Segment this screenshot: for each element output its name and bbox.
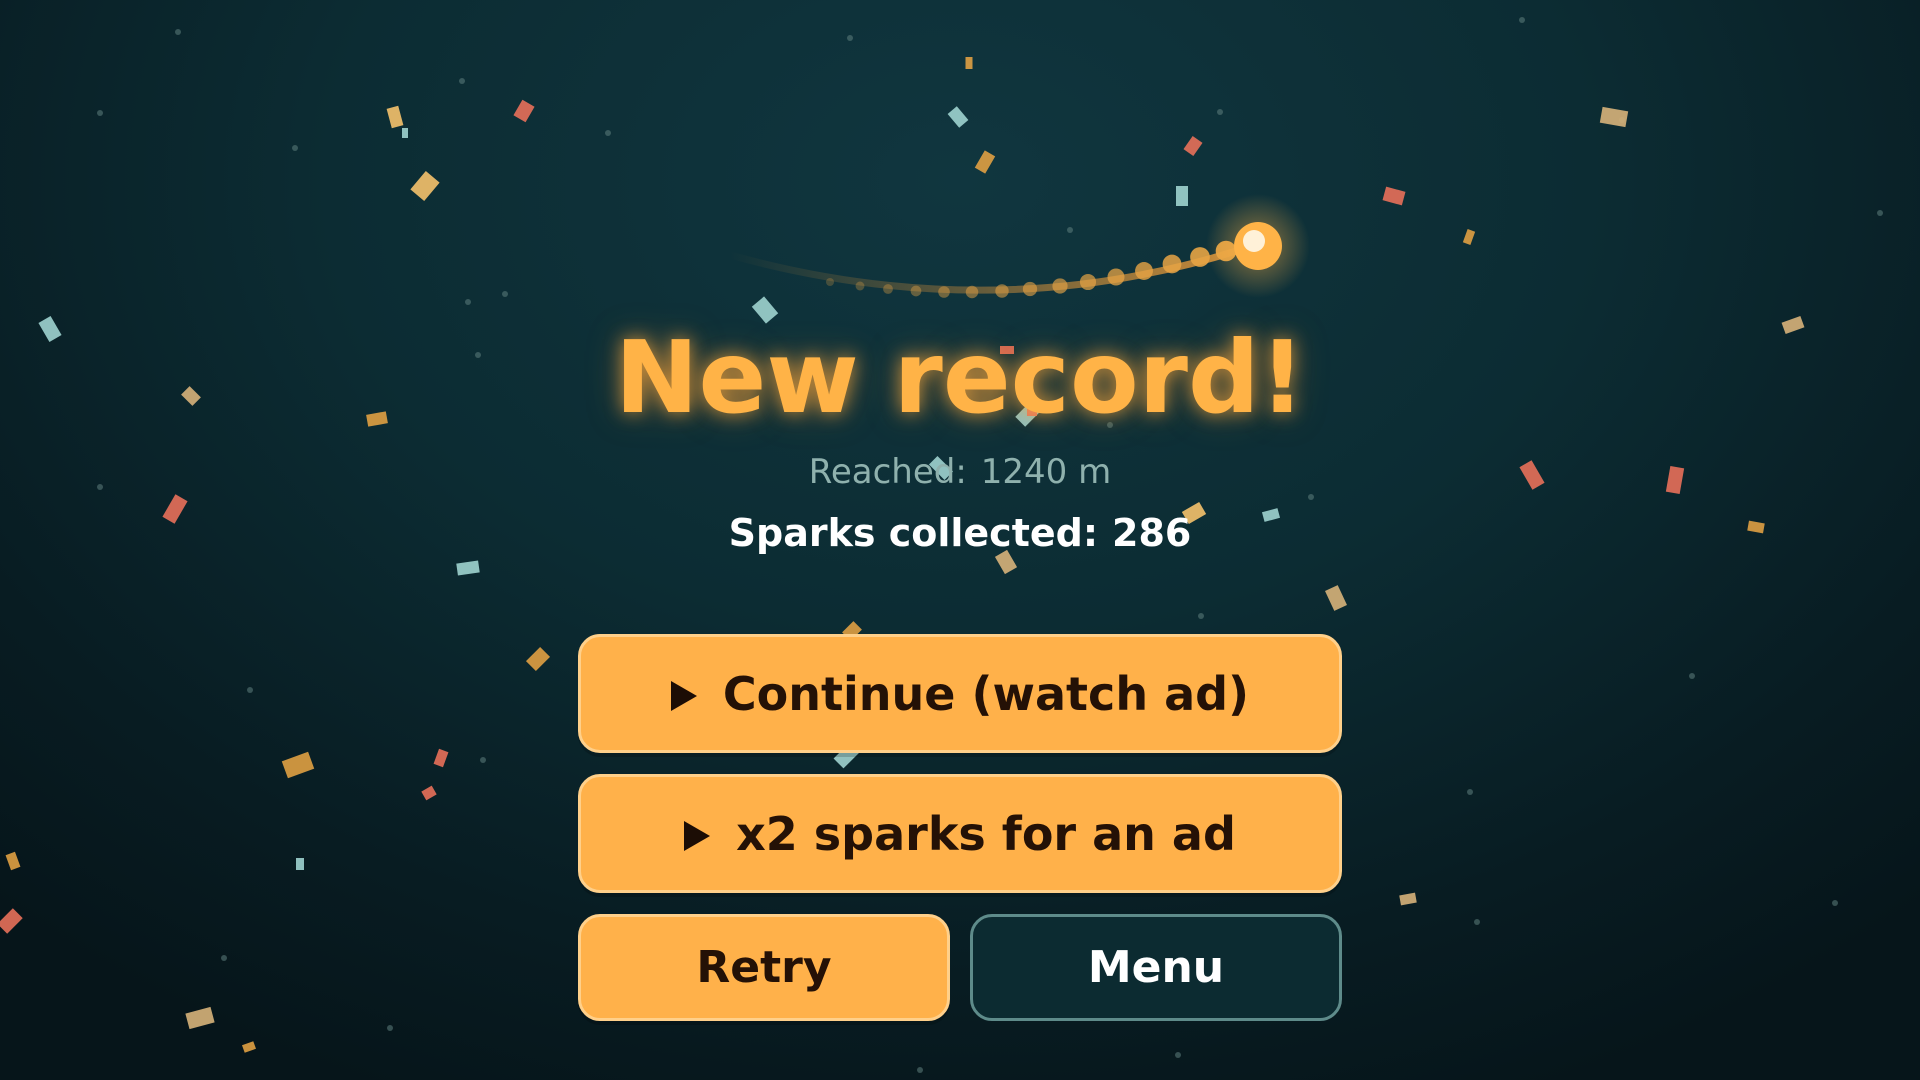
menu-button[interactable]: Menu [970, 914, 1342, 1021]
dust-particle [1474, 919, 1480, 925]
confetti-piece [974, 150, 996, 174]
trail-dot [1162, 254, 1182, 274]
dust-particle [847, 35, 853, 41]
trail-dot [1052, 278, 1068, 294]
dust-particle [1067, 227, 1073, 233]
trail-dot [1215, 240, 1237, 262]
confetti-piece [1325, 585, 1347, 611]
trail-dot [1079, 273, 1097, 291]
double-sparks-button-label: x2 sparks for an ad [736, 806, 1236, 861]
confetti-piece [296, 858, 304, 870]
trail-dot [1022, 281, 1038, 297]
confetti-piece [421, 785, 437, 801]
confetti-piece [1183, 136, 1203, 156]
trail-dot [910, 285, 922, 297]
dust-particle [1217, 109, 1223, 115]
play-icon [670, 680, 697, 711]
dust-particle [502, 291, 508, 297]
dust-particle [605, 130, 611, 136]
dust-particle [1877, 210, 1883, 216]
continue-watch-ad-button[interactable]: Continue (watch ad) [578, 634, 1342, 753]
confetti-piece [281, 751, 315, 779]
confetti-piece [5, 851, 21, 871]
dust-particle [465, 299, 471, 305]
dust-particle [480, 757, 486, 763]
confetti-piece [433, 748, 449, 768]
confetti-piece [386, 105, 404, 129]
trail-dot [883, 284, 893, 294]
dust-particle [1832, 900, 1838, 906]
retry-button-label: Retry [696, 942, 832, 993]
trail-dot [1190, 247, 1210, 267]
sparks-label: Sparks collected: [728, 511, 1099, 555]
menu-button-label: Menu [1087, 942, 1225, 993]
sparks-stat: Sparks collected: 286 [0, 514, 1920, 552]
confetti-piece [1176, 186, 1188, 206]
distance-label: Reached: [808, 452, 967, 492]
trail-dot [826, 278, 834, 286]
dust-particle [1467, 789, 1473, 795]
confetti-piece [0, 908, 23, 934]
dust-particle [917, 1067, 923, 1073]
continue-button-label: Continue (watch ad) [722, 666, 1250, 721]
dust-particle [247, 687, 253, 693]
page-title: New record! [614, 319, 1306, 436]
trail-dot [965, 285, 979, 299]
confetti-piece [456, 560, 480, 576]
trail-dot [938, 286, 950, 298]
dust-particle [175, 29, 181, 35]
dust-particle [1308, 494, 1314, 500]
spark-glow [1206, 194, 1310, 298]
confetti-piece [410, 171, 440, 201]
confetti-piece [1462, 229, 1476, 245]
confetti-piece [1399, 892, 1417, 906]
confetti-piece [947, 106, 969, 128]
dust-particle [459, 78, 465, 84]
play-icon [684, 820, 711, 851]
trail-dot [995, 284, 1009, 298]
confetti-piece [185, 1006, 215, 1030]
confetti-piece [402, 128, 408, 138]
spark-core [1243, 230, 1265, 252]
dust-particle [97, 110, 103, 116]
distance-stat: Reached: 1240 m [0, 455, 1920, 489]
dust-particle [1619, 117, 1625, 123]
confetti-piece [1382, 186, 1406, 206]
confetti-piece [965, 57, 973, 69]
trail-dot [1107, 268, 1125, 286]
game-over-screen: New record! Reached: 1240 m Sparks collec… [0, 0, 1920, 1080]
trail-dot [1135, 262, 1153, 280]
dust-particle [1175, 1052, 1181, 1058]
dust-particle [387, 1025, 393, 1031]
confetti-piece [1599, 106, 1629, 128]
dust-particle [221, 955, 227, 961]
dust-particle [1519, 17, 1525, 23]
confetti-piece [241, 1041, 257, 1053]
dust-particle [292, 145, 298, 151]
spark-icon [1234, 222, 1282, 270]
distance-value: 1240 m [980, 452, 1112, 492]
dust-particle [1689, 673, 1695, 679]
spark-trail [726, 241, 1259, 294]
confetti-piece [513, 99, 535, 123]
confetti-piece [525, 646, 551, 672]
spark-trail-dots [826, 240, 1237, 299]
double-sparks-ad-button[interactable]: x2 sparks for an ad [578, 774, 1342, 893]
dust-particle [1198, 613, 1204, 619]
sparks-value: 286 [1112, 511, 1192, 555]
retry-button[interactable]: Retry [578, 914, 950, 1021]
trail-dot [855, 281, 865, 291]
